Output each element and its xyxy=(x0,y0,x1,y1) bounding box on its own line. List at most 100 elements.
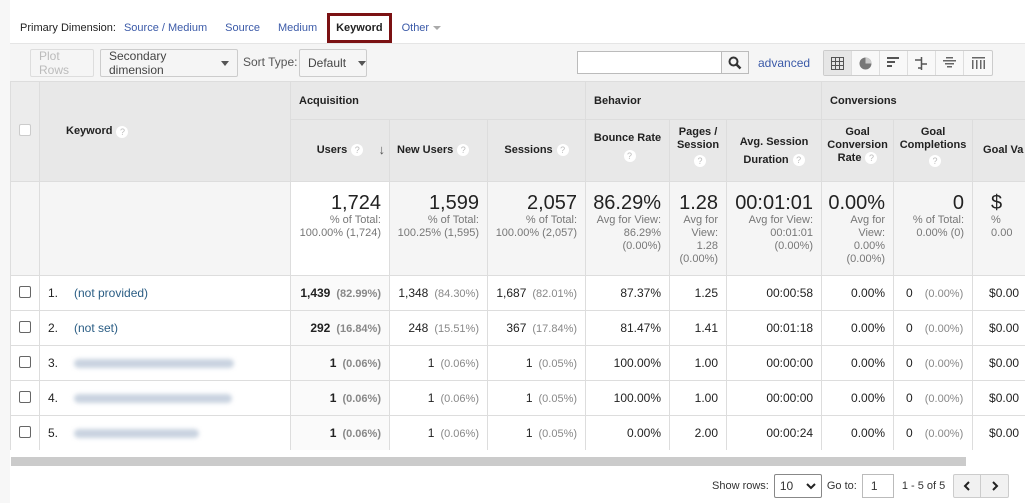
keyword-column-header[interactable]: Keyword? xyxy=(39,81,291,182)
goal-conversion-rate-column-header[interactable]: Goal Conversion Rate? xyxy=(821,119,895,182)
users-percent: (0.06%) xyxy=(342,393,381,405)
goto-page-input[interactable]: 1 xyxy=(861,474,894,498)
goal-conversion-rate-cell: 0.00% xyxy=(821,380,895,416)
table-row[interactable]: 2. (not set) 292 (16.84%) 248 (15.51%) 367 (17.… xyxy=(10,310,1025,346)
new-users-percent: (0.06%) xyxy=(440,358,479,370)
totals-checkbox-cell xyxy=(10,181,40,276)
sessions-cell: 1,687 (82.01%) xyxy=(486,275,587,311)
bar-list-icon xyxy=(887,57,899,67)
new-users-column-header[interactable]: New Users? xyxy=(389,119,488,182)
users-cell: 1,439 (82.99%) xyxy=(290,275,390,311)
dimension-source[interactable]: Source xyxy=(225,22,260,34)
horizontal-scrollbar[interactable] xyxy=(11,457,966,466)
row-checkbox[interactable] xyxy=(19,285,31,298)
help-icon[interactable]: ? xyxy=(929,155,942,167)
bounce-rate-column-header[interactable]: Bounce Rate? xyxy=(585,119,671,182)
secondary-dimension-dropdown[interactable]: Secondary dimension xyxy=(100,49,238,77)
help-icon[interactable]: ? xyxy=(623,150,636,162)
pages-session-column-header[interactable]: Pages / Session? xyxy=(669,119,728,182)
chevron-down-icon xyxy=(806,482,816,489)
next-page-button[interactable] xyxy=(981,475,1008,497)
dimension-other-dropdown[interactable]: Other xyxy=(402,22,442,34)
new-users-header-label: New Users xyxy=(397,144,454,156)
term-cloud-icon xyxy=(943,57,956,68)
goal-value-column-header[interactable]: Goal Va xyxy=(972,119,1025,182)
row-checkbox[interactable] xyxy=(19,320,31,333)
page-nav xyxy=(953,474,1010,498)
keyword-cell: 3. xyxy=(39,345,291,381)
table-row[interactable]: 4. 1 (0.06%) 1 (0.06%) 1 (0.05%) 100.00% 1.00 00:… xyxy=(10,380,1025,416)
table-search-input[interactable] xyxy=(577,51,722,74)
sessions-column-header[interactable]: Sessions? xyxy=(486,119,587,182)
users-percent: (82.99%) xyxy=(336,288,381,300)
keyword-header-label: Keyword xyxy=(66,125,113,138)
table-view-button[interactable] xyxy=(824,51,852,75)
pivot-view-button[interactable] xyxy=(964,51,992,75)
plot-rows-label: Plot Rows xyxy=(39,49,70,77)
goal-completions-cell: 0 (0.00%) xyxy=(893,275,974,311)
sessions-cell: 1 (0.05%) xyxy=(486,345,587,381)
term-cloud-view-button[interactable] xyxy=(936,51,964,75)
pages-session-header-label: Pages / Session xyxy=(676,126,720,151)
goal-completions-column-header[interactable]: Goal Completions? xyxy=(893,119,974,182)
advanced-filter-link[interactable]: advanced xyxy=(758,56,810,70)
goal-conversion-rate-cell: 0.00% xyxy=(821,345,895,381)
table-toolbar: Plot Rows Secondary dimension Sort Type:… xyxy=(10,43,1025,81)
chevron-right-icon xyxy=(992,481,999,491)
goal-completions-percent: (0.00%) xyxy=(924,288,964,300)
search-button[interactable] xyxy=(721,51,749,74)
avg-session-duration-column-header[interactable]: Avg. Session Duration? xyxy=(726,119,823,182)
help-icon[interactable]: ? xyxy=(556,144,569,157)
select-all-checkbox[interactable] xyxy=(19,124,31,136)
goal-value-cell: $0.00 xyxy=(972,345,1025,381)
keyword-cell: 4. xyxy=(39,380,291,416)
users-cell: 1 (0.06%) xyxy=(290,345,390,381)
users-column-header[interactable]: Users? ↓ xyxy=(290,119,390,182)
new-users-value: 1 xyxy=(427,391,435,405)
caret-down-icon xyxy=(433,26,442,30)
dimension-other-label: Other xyxy=(401,22,430,34)
users-cell: 1 (0.06%) xyxy=(290,415,390,450)
help-icon[interactable]: ? xyxy=(792,153,805,166)
help-icon[interactable]: ? xyxy=(865,152,878,165)
pie-view-button[interactable] xyxy=(852,51,880,75)
secondary-dimension-label: Secondary dimension xyxy=(109,49,167,77)
dimension-source-medium[interactable]: Source / Medium xyxy=(124,22,207,34)
goal-completions-cell: 0 (0.00%) xyxy=(893,380,974,416)
goal-value-cell: $0.00 xyxy=(972,380,1025,416)
goal-conversion-rate-header-label: Goal Conversion Rate xyxy=(827,126,888,164)
performance-view-button[interactable] xyxy=(880,51,908,75)
pivot-icon xyxy=(971,57,985,69)
table-row[interactable]: 3. 1 (0.06%) 1 (0.06%) 1 (0.05%) 100.00% 1.00 00:… xyxy=(10,345,1025,381)
dimension-keyword[interactable]: Keyword xyxy=(327,13,392,43)
plot-rows-button[interactable]: Plot Rows xyxy=(30,49,94,77)
sort-type-value: Default xyxy=(308,56,347,70)
chevron-left-icon xyxy=(963,481,970,491)
keyword-link[interactable]: (not set) xyxy=(74,321,118,335)
row-checkbox[interactable] xyxy=(19,390,31,403)
row-checkbox-cell xyxy=(10,310,40,346)
help-icon[interactable]: ? xyxy=(694,155,707,167)
table-row[interactable]: 5. 1 (0.06%) 1 (0.06%) 1 (0.05%) 0.00% 2.00 00:00… xyxy=(10,415,1025,450)
keyword-link[interactable]: (not provided) xyxy=(74,286,148,300)
sessions-value: 1 xyxy=(525,391,533,405)
comparison-view-button[interactable] xyxy=(908,51,936,75)
pie-chart-icon xyxy=(859,57,872,69)
sessions-cell: 1 (0.05%) xyxy=(486,380,587,416)
table-row[interactable]: 1. (not provided) 1,439 (82.99%) 1,348 (84.30… xyxy=(10,275,1025,311)
sessions-value: 1 xyxy=(525,356,533,370)
pages-session-cell: 1.41 xyxy=(669,310,728,346)
previous-page-button[interactable] xyxy=(954,475,982,497)
row-checkbox[interactable] xyxy=(19,425,31,438)
help-icon[interactable]: ? xyxy=(457,144,470,157)
goal-completions-value: 0 xyxy=(906,426,913,440)
sort-type-dropdown[interactable]: Default xyxy=(299,49,367,77)
help-icon[interactable]: ? xyxy=(116,125,129,138)
help-icon[interactable]: ? xyxy=(351,144,364,157)
goal-value-cell: $0.00 xyxy=(972,415,1025,450)
dimension-medium[interactable]: Medium xyxy=(278,22,317,34)
goal-completions-value: 0 xyxy=(906,321,913,335)
show-rows-select[interactable]: 10 xyxy=(773,474,822,498)
row-checkbox[interactable] xyxy=(19,355,31,368)
new-users-cell: 1 (0.06%) xyxy=(389,380,488,416)
